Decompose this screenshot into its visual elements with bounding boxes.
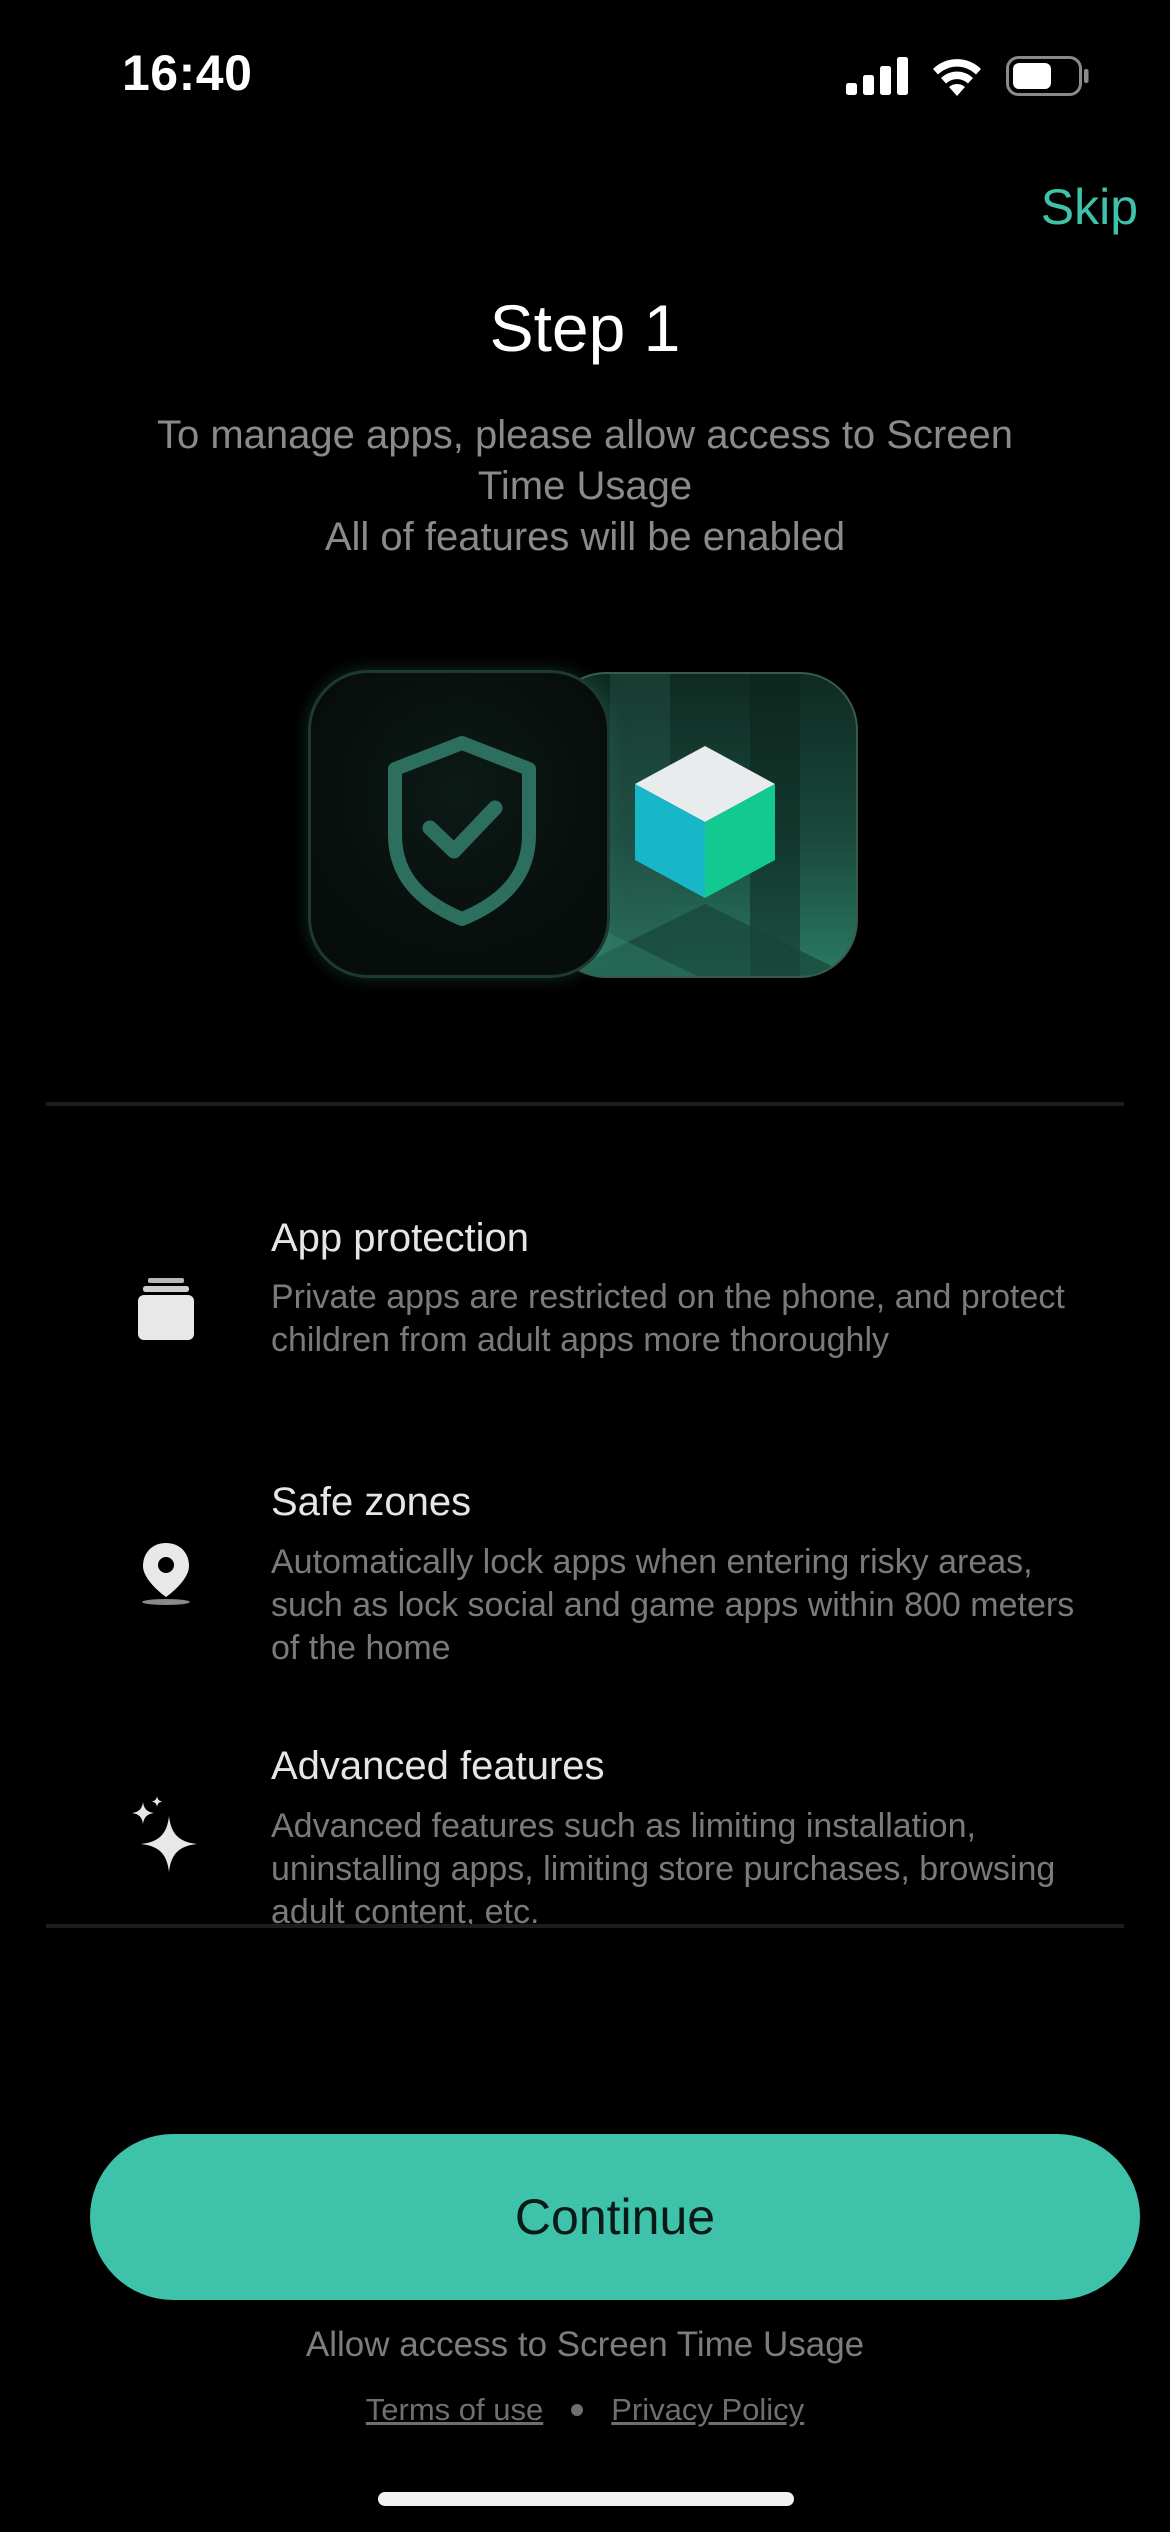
signal-icon xyxy=(846,57,908,95)
terms-of-use-link[interactable]: Terms of use xyxy=(366,2392,543,2428)
continue-button[interactable]: Continue xyxy=(90,2134,1140,2300)
subtitle-line: Time Usage xyxy=(477,464,693,508)
feature-description: Advanced features such as limiting insta… xyxy=(271,1807,1056,1924)
separator-dot xyxy=(571,2404,584,2416)
subtitle-line: All of features will be enabled xyxy=(324,515,846,559)
status-time: 16:40 xyxy=(122,45,253,101)
stack-icon xyxy=(128,1272,204,1348)
feature-list[interactable]: App protection Private apps are restrict… xyxy=(0,1106,1170,1924)
feature-description: Private apps are restricted on the phone… xyxy=(271,1278,1065,1359)
location-pin-icon xyxy=(128,1536,204,1612)
legal-links: Terms of use Privacy Policy xyxy=(0,2392,1170,2428)
page-title: Step 1 xyxy=(489,291,681,365)
subtitle-line: To manage apps, please allow access to S… xyxy=(156,413,1014,457)
battery-icon xyxy=(1006,56,1089,96)
feature-title: Advanced features xyxy=(271,1744,605,1788)
feature-description: Automatically lock apps when entering ri… xyxy=(271,1543,1075,1667)
shield-check-icon xyxy=(388,736,536,926)
wifi-icon xyxy=(933,59,981,96)
divider xyxy=(46,1924,1124,1928)
home-indicator[interactable] xyxy=(378,2492,794,2506)
status-bar: 16:40 xyxy=(0,0,1170,150)
sparkles-icon xyxy=(128,1796,204,1872)
status-icons xyxy=(846,56,1090,96)
feature-title: App protection xyxy=(271,1216,529,1260)
shield-app-tile xyxy=(308,670,610,978)
allow-access-caption: Allow access to Screen Time Usage xyxy=(305,2325,865,2364)
skip-button[interactable]: Skip xyxy=(1041,178,1138,236)
privacy-policy-link[interactable]: Privacy Policy xyxy=(611,2392,804,2428)
feature-title: Safe zones xyxy=(271,1480,472,1524)
permission-illustration xyxy=(308,670,858,980)
page-subtitle: To manage apps, please allow access to S… xyxy=(100,410,1070,563)
